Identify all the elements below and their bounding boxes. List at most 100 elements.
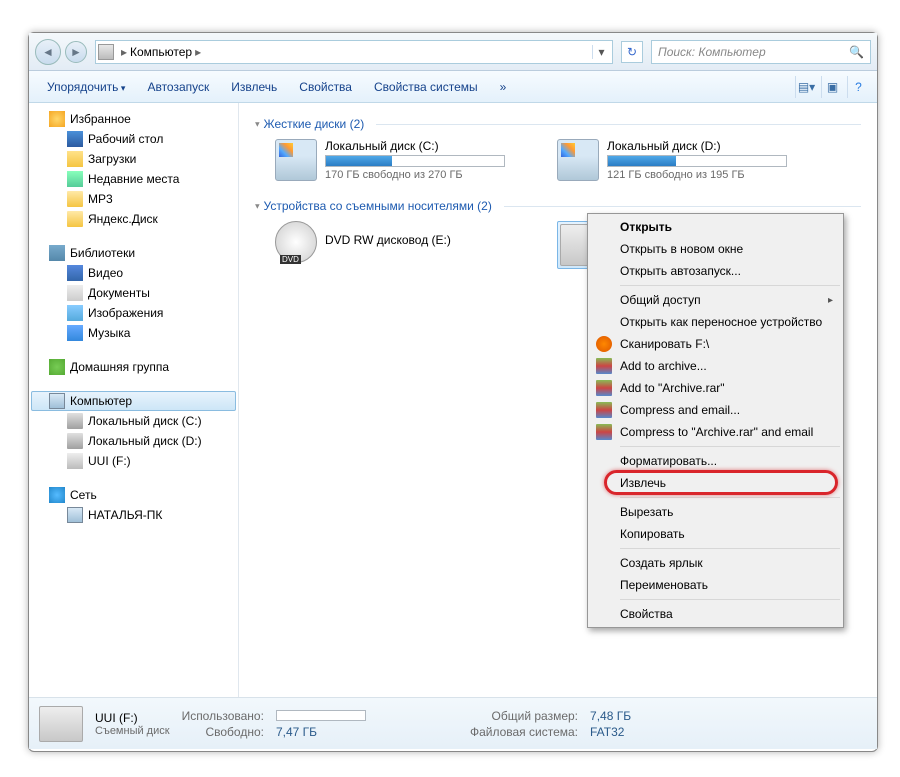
context-menu: Открыть Открыть в новом окне Открыть авт… [587, 213, 844, 628]
ctx-eject[interactable]: Извлечь [590, 472, 841, 494]
organize-button[interactable]: Упорядочить [37, 76, 135, 98]
desktop-icon [67, 131, 83, 147]
hdd-icon [67, 433, 83, 449]
folder-icon [67, 211, 83, 227]
tree-images[interactable]: Изображения [31, 303, 236, 323]
search-icon: 🔍 [849, 45, 864, 59]
search-input[interactable]: Поиск: Компьютер 🔍 [651, 40, 871, 64]
tree-documents[interactable]: Документы [31, 283, 236, 303]
hdd-icon [557, 139, 599, 181]
winrar-icon [596, 424, 612, 440]
details-pane: UUI (F:) Съемный диск Использовано: Общи… [29, 697, 877, 749]
total-label: Общий размер: [470, 709, 578, 723]
more-button[interactable]: » [490, 76, 517, 98]
ctx-portable[interactable]: Открыть как переносное устройство [590, 311, 841, 333]
flash-drive-icon [39, 706, 83, 742]
category-hard-disks[interactable]: Жесткие диски (2) [255, 117, 861, 131]
eject-button[interactable]: Извлечь [221, 76, 287, 98]
dvd-icon [275, 221, 317, 263]
used-gauge [276, 710, 366, 721]
tree-downloads[interactable]: Загрузки [31, 149, 236, 169]
ctx-compress-email[interactable]: Compress and email... [590, 399, 841, 421]
tree-homegroup[interactable]: Домашняя группа [31, 357, 236, 377]
document-icon [67, 285, 83, 301]
command-bar: Упорядочить Автозапуск Извлечь Свойства … [29, 71, 877, 103]
view-mode-button[interactable]: ▤▾ [795, 76, 817, 98]
ctx-cut[interactable]: Вырезать [590, 501, 841, 523]
star-icon [49, 111, 65, 127]
tree-natalya-pc[interactable]: НАТАЛЬЯ-ПК [31, 505, 236, 525]
folder-icon [67, 191, 83, 207]
tree-uui[interactable]: UUI (F:) [31, 451, 236, 471]
tree-recent[interactable]: Недавние места [31, 169, 236, 189]
hdd-icon [67, 413, 83, 429]
fs-value: FAT32 [590, 725, 631, 739]
computer-icon [98, 44, 114, 60]
autoplay-button[interactable]: Автозапуск [137, 76, 219, 98]
chevron-right-icon: ▸ [192, 45, 204, 59]
tree-network[interactable]: Сеть [31, 485, 236, 505]
tree-mp3[interactable]: MP3 [31, 189, 236, 209]
ctx-scan[interactable]: Сканировать F:\ [590, 333, 841, 355]
category-removable[interactable]: Устройства со съемными носителями (2) [255, 199, 861, 213]
homegroup-icon [49, 359, 65, 375]
status-name: UUI (F:) [95, 711, 170, 725]
ctx-share[interactable]: Общий доступ [590, 289, 841, 311]
preview-pane-button[interactable]: ▣ [821, 76, 843, 98]
drive-d[interactable]: Локальный диск (D:) 121 ГБ свободно из 1… [557, 139, 817, 181]
winrar-icon [596, 380, 612, 396]
drive-subtext: 121 ГБ свободно из 195 ГБ [607, 169, 817, 181]
properties-button[interactable]: Свойства [289, 76, 362, 98]
image-icon [67, 305, 83, 321]
tree-libraries[interactable]: Библиотеки [31, 243, 236, 263]
libraries-icon [49, 245, 65, 261]
forward-button[interactable]: ► [65, 41, 87, 63]
back-button[interactable]: ◄ [35, 39, 61, 65]
tree-desktop[interactable]: Рабочий стол [31, 129, 236, 149]
usb-icon [67, 453, 83, 469]
ctx-compress-rar-email[interactable]: Compress to "Archive.rar" and email [590, 421, 841, 443]
ctx-rename[interactable]: Переименовать [590, 574, 841, 596]
ctx-add-rar[interactable]: Add to "Archive.rar" [590, 377, 841, 399]
refresh-button[interactable]: ↻ [621, 41, 643, 63]
free-label: Свободно: [182, 725, 264, 739]
breadcrumb-item[interactable]: Компьютер [130, 45, 192, 59]
ctx-open[interactable]: Открыть [590, 216, 841, 238]
help-button[interactable]: ? [847, 76, 869, 98]
capacity-gauge [325, 155, 505, 167]
fs-label: Файловая система: [470, 725, 578, 739]
network-icon [49, 487, 65, 503]
search-placeholder: Поиск: Компьютер [658, 45, 766, 59]
used-label: Использовано: [182, 709, 264, 723]
address-bar[interactable]: ▸ Компьютер ▸ ▾ [95, 40, 613, 64]
ctx-properties[interactable]: Свойства [590, 603, 841, 625]
system-properties-button[interactable]: Свойства системы [364, 76, 488, 98]
music-icon [67, 325, 83, 341]
tree-disk-c[interactable]: Локальный диск (C:) [31, 411, 236, 431]
winrar-icon [596, 358, 612, 374]
avast-icon [596, 336, 612, 352]
tree-computer[interactable]: Компьютер [31, 391, 236, 411]
drive-c[interactable]: Локальный диск (C:) 170 ГБ свободно из 2… [275, 139, 535, 181]
pc-icon [67, 507, 83, 523]
ctx-format[interactable]: Форматировать... [590, 450, 841, 472]
ctx-add-archive[interactable]: Add to archive... [590, 355, 841, 377]
recent-icon [67, 171, 83, 187]
drive-subtext: 170 ГБ свободно из 270 ГБ [325, 169, 535, 181]
ctx-autoplay[interactable]: Открыть автозапуск... [590, 260, 841, 282]
total-value: 7,48 ГБ [590, 709, 631, 723]
tree-music[interactable]: Музыка [31, 323, 236, 343]
drive-label: Локальный диск (C:) [325, 139, 535, 153]
tree-video[interactable]: Видео [31, 263, 236, 283]
ctx-shortcut[interactable]: Создать ярлык [590, 552, 841, 574]
ctx-copy[interactable]: Копировать [590, 523, 841, 545]
tree-yadisk[interactable]: Яндекс.Диск [31, 209, 236, 229]
tree-favorites[interactable]: Избранное [31, 109, 236, 129]
drive-dvd[interactable]: DVD RW дисковод (E:) [275, 221, 535, 269]
chevron-right-icon: ▸ [118, 45, 130, 59]
tree-disk-d[interactable]: Локальный диск (D:) [31, 431, 236, 451]
address-dropdown[interactable]: ▾ [592, 45, 610, 59]
navigation-bar: ◄ ► ▸ Компьютер ▸ ▾ ↻ Поиск: Компьютер 🔍 [29, 33, 877, 71]
video-icon [67, 265, 83, 281]
ctx-open-new-window[interactable]: Открыть в новом окне [590, 238, 841, 260]
